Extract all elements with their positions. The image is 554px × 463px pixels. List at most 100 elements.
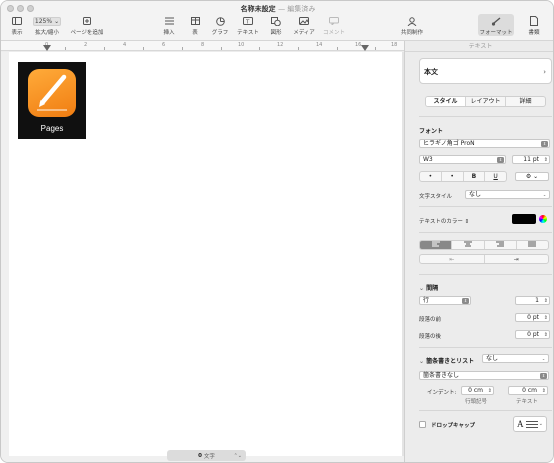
advanced-options-button[interactable]: ⚙ ⌄ [515, 172, 549, 181]
view-button[interactable]: 表示 [8, 15, 26, 36]
inspector-header: テキスト [405, 41, 553, 52]
pages-app-icon [28, 69, 76, 117]
stepper-arrows-icon: ⇕ [541, 388, 546, 394]
ruler[interactable]: 0 2 4 6 8 10 12 14 16 18 [1, 41, 404, 51]
shape-button[interactable]: 図形 [267, 15, 285, 36]
up-down-chevron-icon: ⇕ [497, 157, 504, 163]
drop-cap-label: ドロップキャップ [431, 423, 476, 429]
pages-app-image[interactable]: Pages [18, 62, 86, 139]
text-indent-stepper[interactable]: 0 cm ⇕ [508, 386, 548, 395]
up-down-chevron-icon: ⇕ [464, 219, 470, 225]
spacing-section-title[interactable]: ⌄ 間隔 [419, 283, 438, 292]
ruler-tick-label: 10 [238, 42, 245, 48]
stepper-arrows-icon: ⇕ [487, 388, 492, 394]
window-title: 名称未設定 — 編集済み [240, 5, 316, 13]
add-page-icon [69, 15, 105, 27]
bold-button[interactable]: B [464, 172, 486, 181]
font-family-popup[interactable]: ヒラギノ角ゴ ProN ⇕ [419, 139, 550, 148]
decrease-indent-button[interactable]: ⇤ [420, 255, 485, 263]
document-canvas: Pages [1, 52, 404, 462]
document-button[interactable]: 書類 [525, 15, 543, 36]
line-spacing-popup[interactable]: 行 ⇕ [419, 296, 471, 305]
chevron-right-icon: › [543, 68, 546, 76]
justify-button[interactable] [517, 241, 548, 249]
ruler-tick-label: 6 [162, 42, 166, 48]
alignment-buttons [419, 240, 549, 250]
align-left-icon [431, 241, 440, 247]
comment-button[interactable]: コメント [321, 15, 347, 36]
align-right-button[interactable] [485, 241, 517, 249]
pages-window: 名称未設定 — 編集済み 表示 125% ⌄ 拡大/縮小 ページを追加 挿入 表 … [0, 0, 554, 463]
drop-cap-checkbox[interactable] [419, 421, 426, 428]
font-size-stepper[interactable]: 11 pt ⇕ [512, 155, 550, 164]
bullet-indent-caption: 行頭記号 [465, 399, 488, 405]
tab-style[interactable]: スタイル [426, 97, 466, 106]
gear-icon: ⚙ [525, 173, 532, 180]
underline-button[interactable]: U [485, 172, 506, 181]
bullet-indent-stepper[interactable]: 0 cm ⇕ [461, 386, 494, 395]
align-center-icon [463, 241, 472, 247]
align-justify-icon [528, 241, 537, 247]
text-color-well[interactable] [512, 214, 536, 224]
text-indent-caption: テキスト [516, 399, 538, 405]
format-option-button[interactable]: • [442, 172, 464, 181]
table-button[interactable]: 表 [187, 15, 203, 36]
word-count-control[interactable]: 0 文字 ⌃⌄ [167, 450, 246, 461]
drop-cap-preview-icon: A [517, 419, 524, 429]
align-left-button[interactable] [420, 241, 453, 249]
format-option-button[interactable]: • [420, 172, 442, 181]
chevron-down-icon: ⌄ [542, 192, 547, 197]
list-style-popup[interactable]: 箇条書きなし ⇕ [419, 371, 549, 380]
text-button[interactable]: T テキスト [235, 15, 261, 36]
media-button[interactable]: メディア [291, 15, 317, 36]
drop-cap-style-popup[interactable]: A ⌄ [513, 416, 547, 432]
table-icon [187, 15, 203, 27]
space-before-stepper[interactable]: 0 pt ⇕ [515, 313, 550, 322]
page[interactable]: Pages [9, 52, 402, 456]
chart-button[interactable]: グラフ [209, 15, 231, 36]
chevron-down-icon: ⌄ [538, 421, 543, 427]
color-wheel-icon[interactable] [539, 215, 547, 223]
indent-label: インデント: [427, 390, 457, 396]
add-page-button[interactable]: ページを追加 [69, 15, 105, 36]
tab-layout[interactable]: レイアウト [466, 97, 506, 106]
stepper-arrows-icon: ⇕ [543, 332, 548, 338]
list-insert-icon [159, 15, 179, 27]
collaborate-button[interactable]: 共同制作 [399, 15, 425, 36]
up-down-chevron-icon: ⇕ [540, 373, 547, 379]
comment-icon [321, 15, 347, 27]
collaborate-icon [399, 15, 425, 27]
ruler-tick-label: 2 [84, 42, 88, 48]
ruler-tick-label: 8 [201, 42, 205, 48]
outdent-icon: ⇤ [449, 256, 455, 263]
bullets-preset-popup[interactable]: なし ⌄ [482, 354, 549, 363]
zoom-control[interactable]: 125% ⌄ 拡大/縮小 [31, 15, 63, 36]
paragraph-style-selector[interactable]: 本文 › [419, 58, 552, 84]
character-style-popup[interactable]: なし ⌄ [465, 190, 550, 199]
chevron-down-icon: ⌄ [541, 356, 546, 361]
insert-button[interactable]: 挿入 [159, 15, 179, 36]
increase-indent-button[interactable]: ⇥ [485, 255, 549, 263]
chevron-down-icon: ⌄ [419, 358, 425, 365]
inspector-tabs: スタイル レイアウト 詳細 [425, 96, 546, 107]
bullets-section-title[interactable]: ⌄ 箇条書きとリスト [419, 356, 474, 365]
toolbar: 名称未設定 — 編集済み 表示 125% ⌄ 拡大/縮小 ページを追加 挿入 表 … [1, 1, 553, 41]
chart-icon [209, 15, 231, 27]
character-style-label: 文字スタイル [419, 194, 453, 200]
app-icon-caption: Pages [40, 124, 64, 133]
textbox-icon: T [235, 15, 261, 27]
stepper-arrows-icon: ⇕ [543, 315, 548, 321]
align-center-button[interactable] [452, 241, 485, 249]
format-button[interactable]: フォーマット [478, 14, 514, 36]
right-indent-marker[interactable] [361, 45, 369, 51]
shape-icon [267, 15, 285, 27]
tab-more[interactable]: 詳細 [506, 97, 545, 106]
left-indent-marker[interactable] [43, 45, 51, 51]
sidebar-icon [8, 15, 26, 27]
line-spacing-stepper[interactable]: 1 ⇕ [515, 296, 550, 305]
space-after-stepper[interactable]: 0 pt ⇕ [515, 330, 550, 339]
space-before-label: 段落の前 [419, 317, 442, 323]
font-weight-popup[interactable]: W3 ⇕ [419, 155, 506, 164]
text-color-label: テキストのカラー ⇕ [419, 219, 470, 225]
ruler-tick-label: 4 [123, 42, 127, 48]
